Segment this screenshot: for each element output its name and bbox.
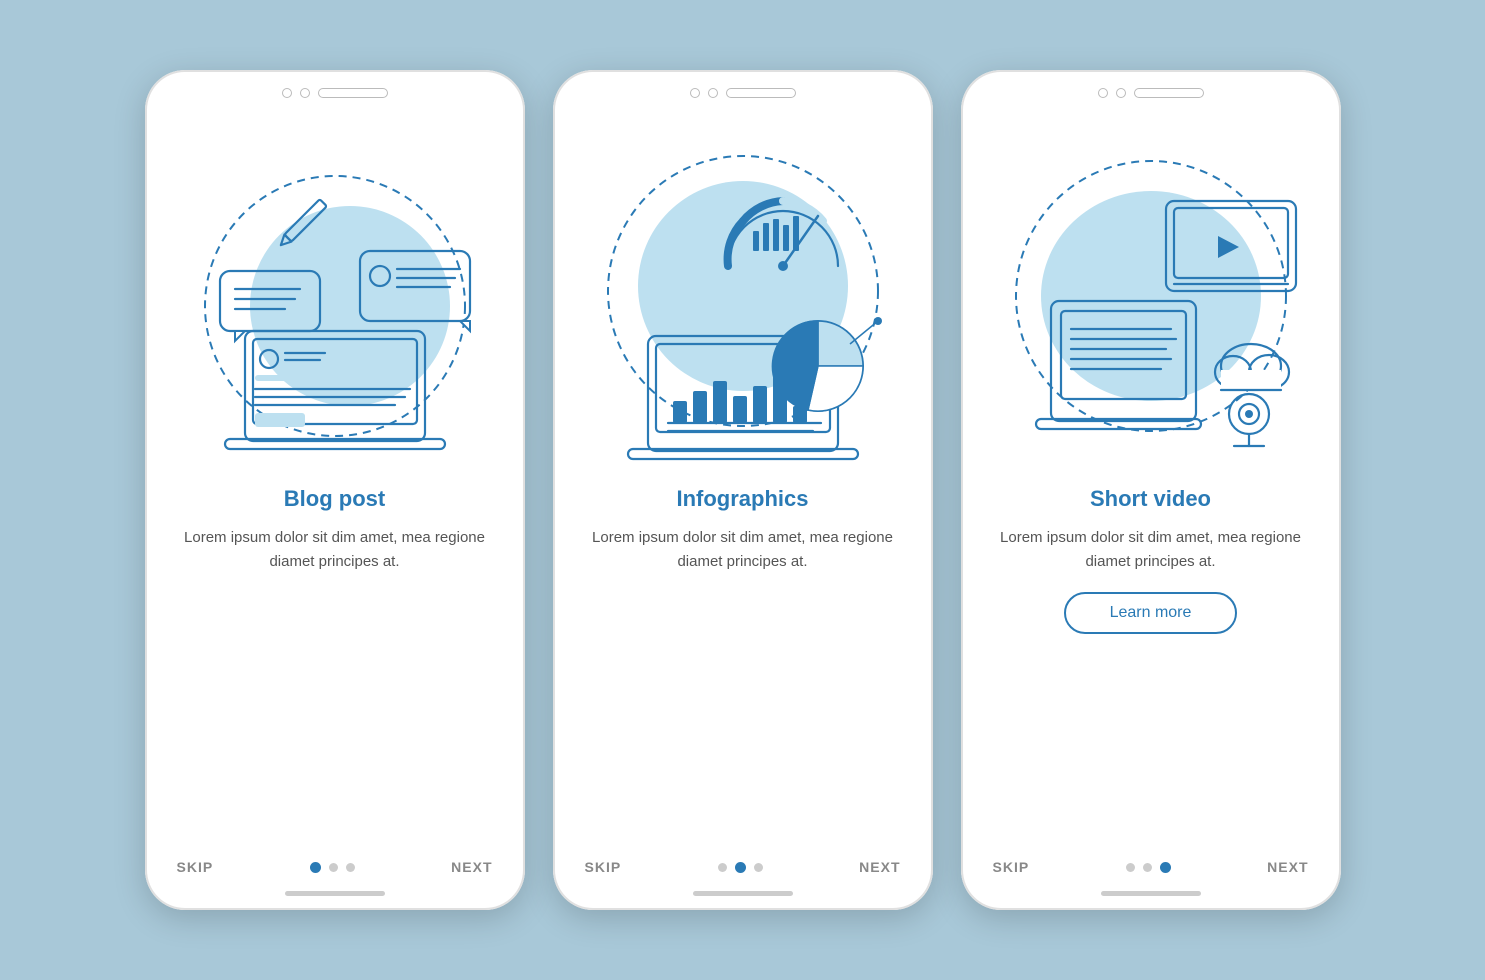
nav-dots-2 <box>718 862 763 873</box>
status-pill-1 <box>318 88 388 98</box>
phone-infographics: Infographics Lorem ipsum dolor sit dim a… <box>553 70 933 910</box>
dot-2-3 <box>754 863 763 872</box>
blog-post-nav: SKIP NEXT <box>145 859 525 875</box>
learn-more-button[interactable]: Learn more <box>1064 592 1238 634</box>
home-indicator-1 <box>285 891 385 896</box>
phone-short-video: Short video Lorem ipsum dolor sit dim am… <box>961 70 1341 910</box>
skip-button-3[interactable]: SKIP <box>993 859 1030 875</box>
status-circle-4 <box>708 88 718 98</box>
nav-dots-3 <box>1126 862 1171 873</box>
blog-post-illustration <box>145 106 525 486</box>
short-video-content: Short video Lorem ipsum dolor sit dim am… <box>961 486 1341 859</box>
infographics-content: Infographics Lorem ipsum dolor sit dim a… <box>553 486 933 859</box>
home-indicator-3 <box>1101 891 1201 896</box>
dot-1-3 <box>346 863 355 872</box>
status-circle-5 <box>1098 88 1108 98</box>
phone-top-bar-1 <box>145 70 525 106</box>
infographics-illustration <box>553 106 933 486</box>
phone-blog-post: Blog post Lorem ipsum dolor sit dim amet… <box>145 70 525 910</box>
blog-post-desc: Lorem ipsum dolor sit dim amet, mea regi… <box>175 526 495 574</box>
blog-post-content: Blog post Lorem ipsum dolor sit dim amet… <box>145 486 525 859</box>
infographics-title: Infographics <box>676 486 808 512</box>
nav-dots-1 <box>310 862 355 873</box>
short-video-illustration <box>961 106 1341 486</box>
short-video-title: Short video <box>1090 486 1211 512</box>
next-button-2[interactable]: NEXT <box>859 859 900 875</box>
dot-1-1 <box>310 862 321 873</box>
blog-post-title: Blog post <box>284 486 385 512</box>
dot-2-2 <box>735 862 746 873</box>
home-indicator-2 <box>693 891 793 896</box>
status-pill-3 <box>1134 88 1204 98</box>
dot-3-2 <box>1143 863 1152 872</box>
status-circle-3 <box>690 88 700 98</box>
phone-top-bar-2 <box>553 70 933 106</box>
skip-button-2[interactable]: SKIP <box>585 859 622 875</box>
skip-button-1[interactable]: SKIP <box>177 859 214 875</box>
short-video-desc: Lorem ipsum dolor sit dim amet, mea regi… <box>991 526 1311 574</box>
infographics-desc: Lorem ipsum dolor sit dim amet, mea regi… <box>583 526 903 574</box>
dot-1-2 <box>329 863 338 872</box>
next-button-3[interactable]: NEXT <box>1267 859 1308 875</box>
phones-container: Blog post Lorem ipsum dolor sit dim amet… <box>145 70 1341 910</box>
next-button-1[interactable]: NEXT <box>451 859 492 875</box>
phone-top-bar-3 <box>961 70 1341 106</box>
status-circle-2 <box>300 88 310 98</box>
status-circle-6 <box>1116 88 1126 98</box>
dot-3-1 <box>1126 863 1135 872</box>
dot-3-3 <box>1160 862 1171 873</box>
status-pill-2 <box>726 88 796 98</box>
dot-2-1 <box>718 863 727 872</box>
short-video-nav: SKIP NEXT <box>961 859 1341 875</box>
status-circle-1 <box>282 88 292 98</box>
infographics-nav: SKIP NEXT <box>553 859 933 875</box>
